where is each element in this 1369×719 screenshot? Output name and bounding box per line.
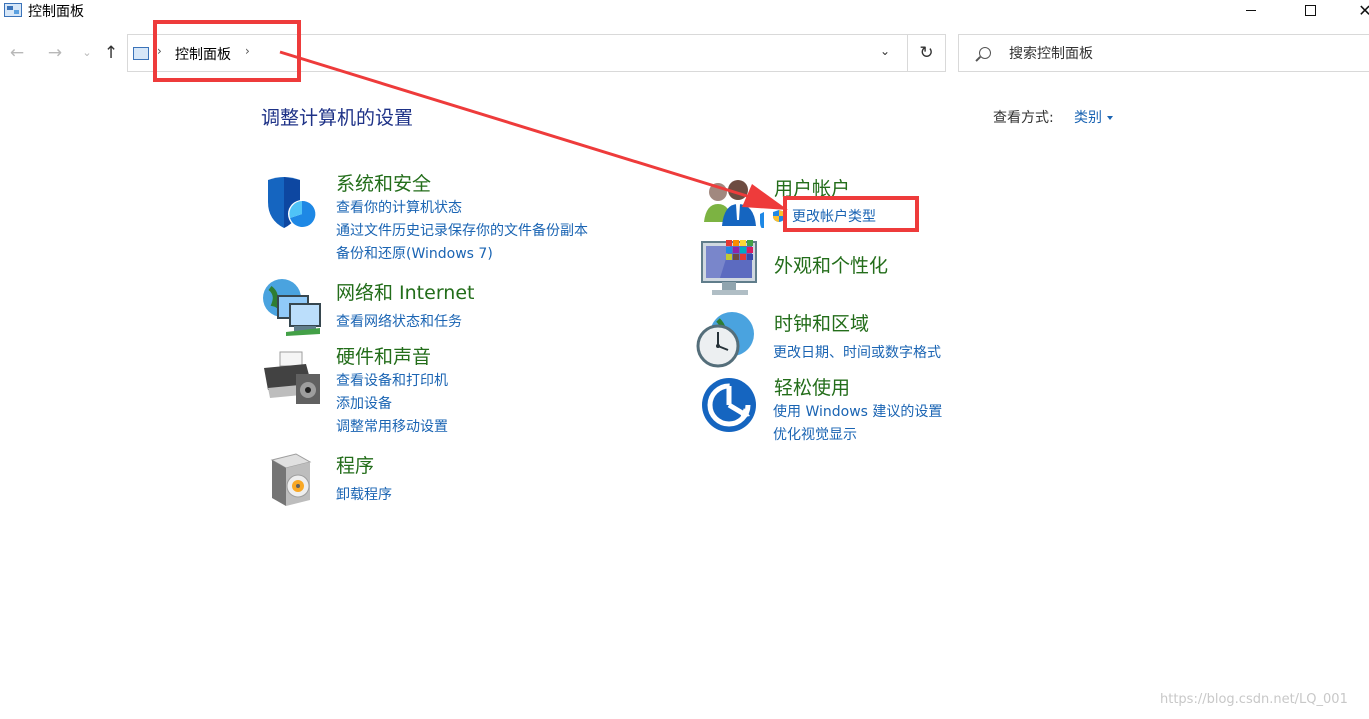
- watermark: https://blog.csdn.net/LQ_001: [1160, 692, 1348, 707]
- control-panel-window: 控制面板 ✕ ← → ⌄ ↑ › 控制面板 › ⌄ ↻ 调整计算机的设置 查看方…: [0, 0, 1369, 719]
- annotation-arrow-icon: [279, 50, 788, 210]
